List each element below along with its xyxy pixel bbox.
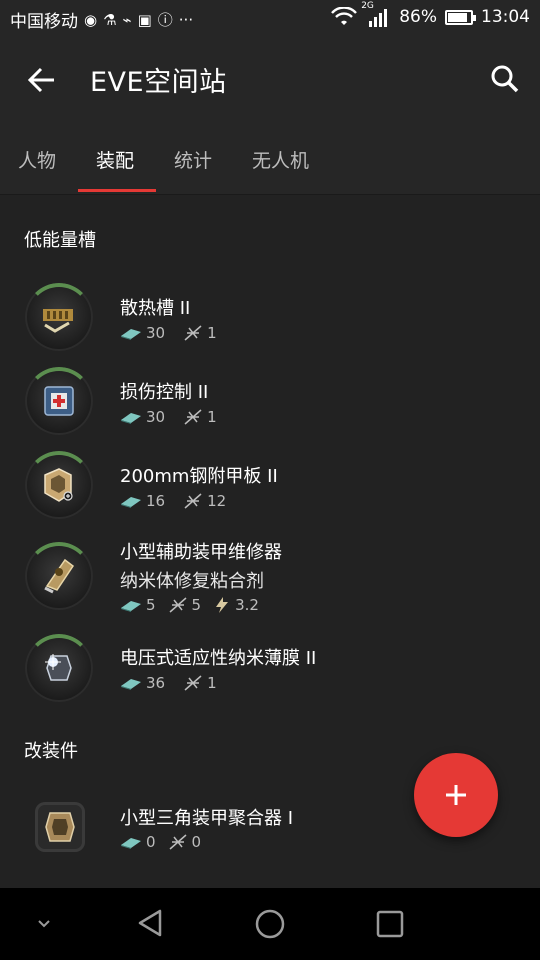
module-name: 电压式适应性纳米薄膜 II — [120, 648, 317, 669]
section-title-low-slots: 低能量槽 — [24, 230, 96, 251]
tab-bar: 人物 装配 统计 无人机 — [0, 122, 540, 195]
powergrid-icon — [184, 325, 202, 341]
module-name: 小型三角装甲聚合器 I — [120, 808, 294, 829]
powergrid-icon — [169, 597, 187, 613]
list-item[interactable]: 电压式适应性纳米薄膜 II 36 1 — [0, 632, 540, 708]
module-name: 散热槽 II — [120, 298, 191, 319]
nav-home-icon[interactable] — [254, 908, 286, 940]
section-title-rigs: 改装件 — [24, 741, 78, 762]
arrow-left-icon[interactable] — [26, 60, 58, 100]
system-nav-bar — [0, 888, 540, 960]
cpu-value: 30 — [146, 408, 166, 426]
plus-icon — [446, 785, 466, 805]
flask-icon: ⚗ — [103, 10, 117, 29]
module-icon — [25, 451, 93, 519]
status-left: 中国移动 ◉ ⚗ ⌁ ▣ ⓘ ··· — [10, 7, 194, 33]
armor-repairer-icon — [44, 558, 75, 594]
rig-icon — [45, 812, 75, 842]
cpu-chip-icon — [121, 329, 141, 340]
module-name: 200mm钢附甲板 II — [120, 466, 278, 487]
tab-fitting[interactable]: 装配 — [96, 146, 134, 173]
app-toolbar: EVE空间站 — [0, 38, 540, 122]
cpu-value: 0 — [146, 833, 156, 851]
cpu-chip-icon — [121, 601, 141, 612]
power-value: 1 — [207, 408, 217, 426]
power-value: 0 — [191, 833, 202, 851]
list-item[interactable]: 散热槽 II 30 1 — [0, 280, 540, 356]
chevron-down-icon[interactable] — [36, 918, 52, 930]
cpu-chip-icon — [121, 679, 141, 690]
power-value: 5 — [191, 596, 202, 614]
nav-back-icon[interactable] — [136, 908, 166, 938]
heat-sink-icon — [43, 309, 73, 333]
power-value: 1 — [207, 674, 217, 692]
module-name: 小型辅助装甲维修器 — [120, 542, 282, 563]
more-icon: ··· — [178, 10, 194, 29]
powergrid-icon — [184, 675, 202, 691]
module-icon — [25, 367, 93, 435]
module-icon — [35, 802, 85, 852]
module-stats: 0 0 — [120, 833, 201, 851]
tab-indicator — [78, 189, 156, 192]
app-icon: ▣ — [137, 10, 152, 29]
power-value: 12 — [207, 492, 227, 510]
list-item[interactable]: 200mm钢附甲板 II 16 12 — [0, 448, 540, 524]
cpu-chip-icon — [121, 838, 141, 849]
list-item[interactable]: 小型辅助装甲维修器 纳米体修复粘合剂 5 5 3.2 — [0, 532, 540, 624]
module-icon — [25, 283, 93, 351]
cpu-value: 30 — [146, 324, 166, 342]
tab-drones[interactable]: 无人机 — [252, 146, 309, 173]
list-item[interactable]: 损伤控制 II 30 1 — [0, 364, 540, 440]
cpu-value: 5 — [146, 596, 156, 614]
damage-control-icon — [44, 386, 74, 416]
module-icon — [25, 542, 93, 610]
cpu-chip-icon — [121, 497, 141, 508]
clock: 13:04 — [481, 7, 530, 27]
page-title: EVE空间站 — [90, 67, 227, 98]
powergrid-icon — [184, 493, 202, 509]
signal-wrap: 2G — [361, 1, 391, 27]
search-icon[interactable] — [490, 62, 520, 96]
bolt-icon — [216, 597, 229, 613]
module-stats: 16 12 — [120, 492, 226, 510]
nano-membrane-icon — [45, 654, 72, 681]
power-value: 1 — [207, 324, 217, 342]
weibo-icon: ◉ — [84, 10, 98, 29]
carrier-label: 中国移动 — [10, 12, 78, 32]
cpu-value: 36 — [146, 674, 166, 692]
tab-character[interactable]: 人物 — [18, 146, 56, 173]
module-charge: 纳米体修复粘合剂 — [120, 571, 264, 592]
battery-percent: 86% — [399, 7, 437, 27]
powergrid-icon — [184, 409, 202, 425]
status-bar: 中国移动 ◉ ⚗ ⌁ ▣ ⓘ ··· 2G 86% 13:04 — [0, 0, 540, 38]
module-stats: 30 1 — [120, 324, 217, 342]
capacitor-value: 3.2 — [235, 596, 259, 614]
module-stats: 36 1 — [120, 674, 217, 692]
module-stats: 5 5 3.2 — [120, 596, 259, 614]
module-icon — [25, 634, 93, 702]
status-right: 2G 86% 13:04 — [331, 1, 530, 27]
wifi-icon — [331, 7, 358, 25]
signal-icon — [369, 9, 388, 27]
lightning-icon: ⌁ — [122, 10, 132, 29]
nav-recents-icon[interactable] — [376, 910, 404, 938]
cpu-chip-icon — [121, 413, 141, 424]
info-icon: ⓘ — [157, 11, 173, 29]
battery-fill — [448, 12, 467, 22]
battery-icon — [445, 9, 476, 25]
cpu-value: 16 — [146, 492, 166, 510]
tab-stats[interactable]: 统计 — [174, 146, 212, 173]
powergrid-icon — [169, 834, 187, 850]
module-stats: 30 1 — [120, 408, 217, 426]
module-name: 损伤控制 II — [120, 382, 209, 403]
add-module-button[interactable] — [414, 753, 498, 837]
armor-plate-icon — [44, 468, 73, 502]
